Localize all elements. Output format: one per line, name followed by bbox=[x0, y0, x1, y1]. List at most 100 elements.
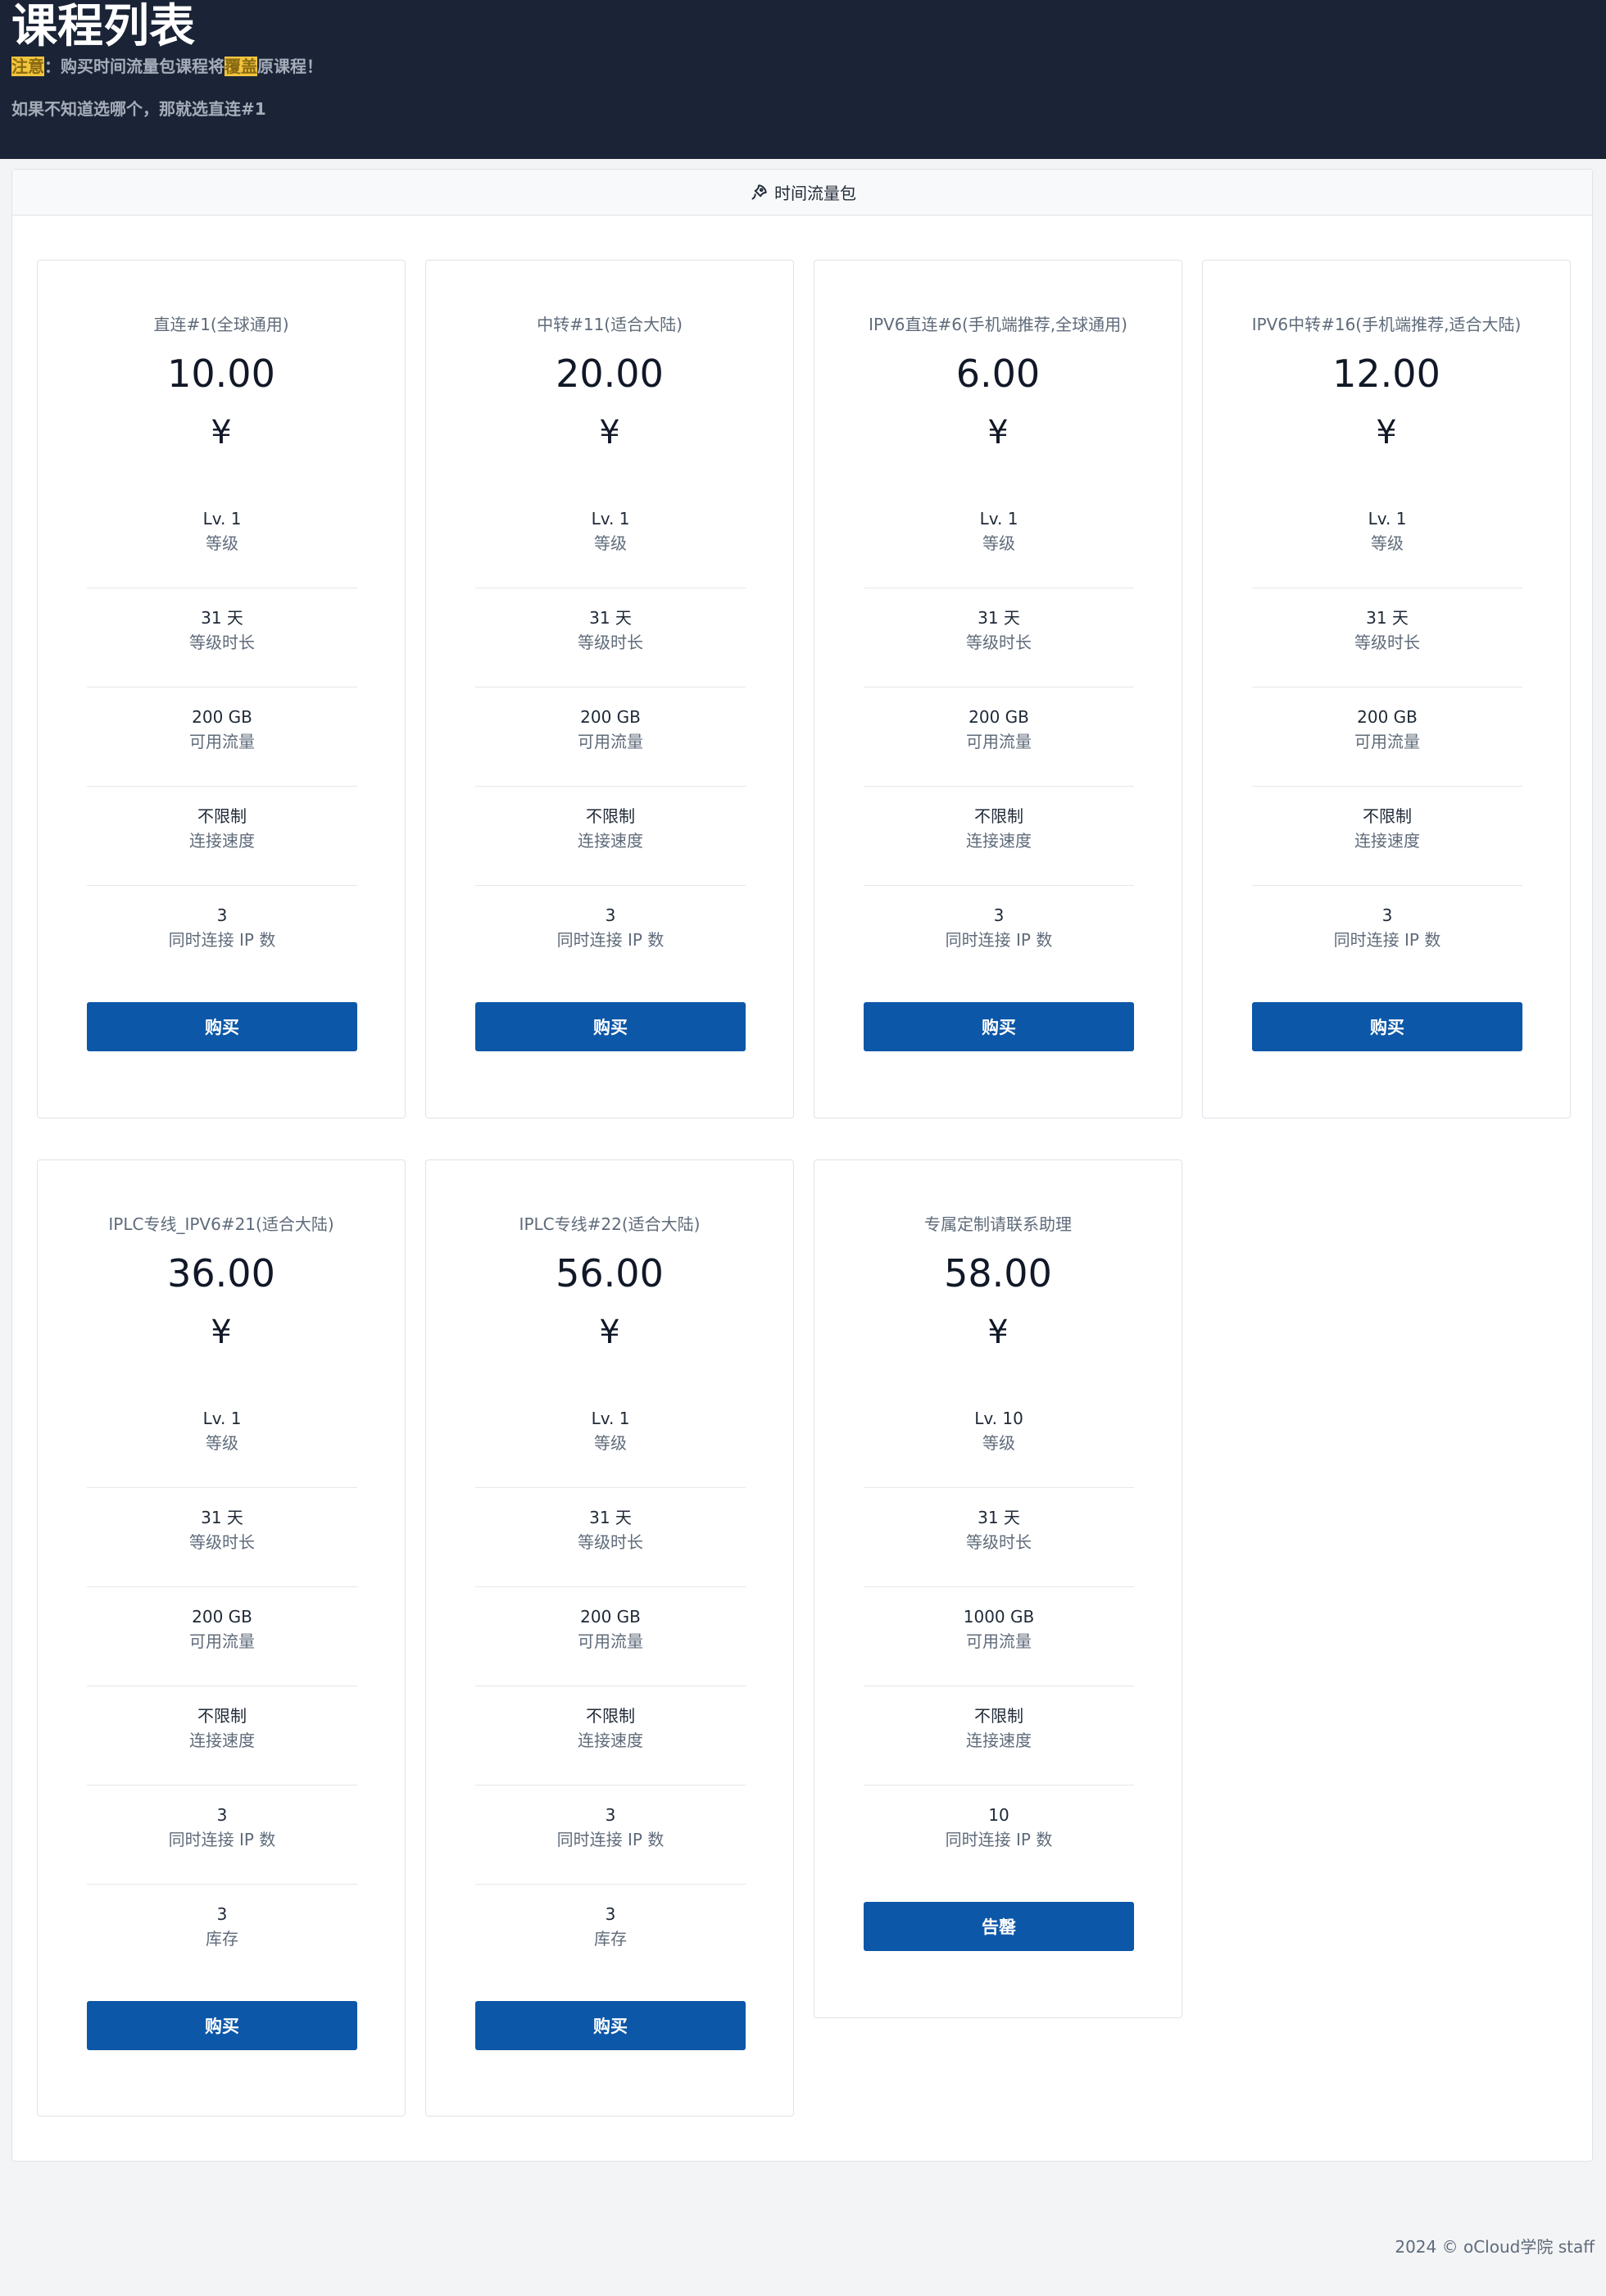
stat-value: Lv. 1 bbox=[591, 509, 630, 529]
plan-price: 58.00 bbox=[944, 1251, 1052, 1295]
stat-label: 连接速度 bbox=[1354, 831, 1420, 851]
notice-suffix: 原课程！ bbox=[257, 57, 323, 76]
stat-label: 可用流量 bbox=[966, 1631, 1032, 1651]
plan-stat-speed: 不限制 连接速度 bbox=[87, 1687, 357, 1786]
tab-time-traffic-package[interactable]: 时间流量包 bbox=[12, 170, 1592, 216]
stat-label: 等级 bbox=[594, 533, 627, 553]
stat-value: 200 GB bbox=[580, 1607, 641, 1627]
yuan-currency-symbol: ¥ bbox=[599, 1314, 620, 1351]
stat-label: 等级时长 bbox=[1354, 633, 1420, 652]
plan-stat-level: Lv. 1 等级 bbox=[1252, 490, 1522, 588]
stat-value: Lv. 1 bbox=[1368, 509, 1407, 529]
plan-price: 12.00 bbox=[1332, 352, 1440, 396]
plan-price: 20.00 bbox=[556, 352, 664, 396]
yuan-currency-symbol: ¥ bbox=[1376, 414, 1397, 451]
stat-value: Lv. 1 bbox=[202, 1409, 242, 1428]
stat-value: 200 GB bbox=[1357, 707, 1418, 727]
stat-label: 等级 bbox=[982, 533, 1015, 553]
plan-stat-duration: 31 天等级时长 bbox=[864, 589, 1134, 687]
stat-label: 可用流量 bbox=[1354, 732, 1420, 751]
plan-card: IPV6直连#6(手机端推荐,全球通用) 6.00 ¥ Lv. 1 等级 31 天等级时长… bbox=[814, 260, 1182, 1119]
plan-name: IPV6直连#6(手机端推荐,全球通用) bbox=[869, 315, 1127, 334]
stat-value: 31 天 bbox=[201, 1508, 243, 1527]
plan-stat-traffic: 1000 GB 可用流量 bbox=[864, 1588, 1134, 1686]
stat-value: 不限制 bbox=[974, 1706, 1023, 1726]
buy-button[interactable]: 购买 bbox=[475, 2001, 746, 2050]
stat-label: 连接速度 bbox=[578, 1731, 643, 1750]
page-title: 课程列表 bbox=[11, 0, 195, 53]
notice-text: 注意：购买时间流量包课程将覆盖原课程！ bbox=[11, 54, 323, 79]
footer-copyright: 2024 © oCloud学院 staff bbox=[1395, 2237, 1595, 2257]
buy-button[interactable]: 购买 bbox=[864, 1002, 1134, 1051]
plan-stat-stock: 3 库存 bbox=[475, 1885, 746, 1984]
plan-name: IPLC专线_IPV6#21(适合大陆) bbox=[108, 1214, 334, 1234]
stat-label: 等级 bbox=[206, 1433, 238, 1453]
stat-label: 同时连接 IP 数 bbox=[945, 1830, 1053, 1849]
stat-label: 同时连接 IP 数 bbox=[168, 930, 276, 950]
plan-card: 中转#11(适合大陆) 20.00 ¥ Lv. 1 等级 31 天等级时长 200 GB 可用… bbox=[425, 260, 794, 1119]
stat-value: 3 bbox=[993, 905, 1005, 925]
plan-stat-traffic: 200 GB 可用流量 bbox=[475, 1588, 746, 1686]
plan-card: 专属定制请联系助理 58.00 ¥ Lv. 10 等级 31 天等级时长 1000 GB 可用… bbox=[814, 1159, 1182, 2018]
buy-button[interactable]: 购买 bbox=[87, 1002, 357, 1051]
plan-name: 直连#1(全球通用) bbox=[153, 315, 289, 334]
plan-stat-duration: 31 天等级时长 bbox=[87, 589, 357, 687]
stat-label: 库存 bbox=[206, 1929, 238, 1949]
plan-card: 直连#1(全球通用) 10.00 ¥ Lv. 1 等级 31 天等级时长 200 GB 可用流… bbox=[37, 260, 406, 1119]
yuan-currency-symbol: ¥ bbox=[987, 414, 1009, 451]
stat-label: 同时连接 IP 数 bbox=[168, 1830, 276, 1849]
plan-name: IPV6中转#16(手机端推荐,适合大陆) bbox=[1251, 315, 1522, 334]
stat-value: 31 天 bbox=[589, 1508, 632, 1527]
plan-stat-level: Lv. 1 等级 bbox=[87, 490, 357, 588]
notice-mid: ：购买时间流量包课程将 bbox=[44, 57, 225, 76]
hint-text: 如果不知道选哪个，那就选直连#1 bbox=[11, 99, 266, 119]
yuan-currency-symbol: ¥ bbox=[211, 414, 232, 451]
plan-price: 6.00 bbox=[955, 352, 1041, 396]
plan-stat-duration: 31 天等级时长 bbox=[1252, 589, 1522, 687]
stat-value: 3 bbox=[1381, 905, 1393, 925]
stat-label: 同时连接 IP 数 bbox=[556, 930, 665, 950]
stat-label: 同时连接 IP 数 bbox=[556, 1830, 665, 1849]
stat-value: Lv. 1 bbox=[202, 509, 242, 529]
plan-panel: 时间流量包 直连#1(全球通用) 10.00 ¥ Lv. 1 等级 31 天等级时长 200… bbox=[11, 169, 1593, 2162]
buy-button[interactable]: 购买 bbox=[1252, 1002, 1522, 1051]
stat-label: 可用流量 bbox=[578, 732, 643, 751]
plan-name: 中转#11(适合大陆) bbox=[537, 315, 683, 334]
notice-prefix-highlight: 注意 bbox=[11, 57, 44, 76]
stat-value: 不限制 bbox=[197, 806, 247, 826]
plan-stat-duration: 31 天等级时长 bbox=[864, 1489, 1134, 1587]
stat-label: 等级时长 bbox=[189, 1532, 255, 1552]
plan-name: 专属定制请联系助理 bbox=[924, 1214, 1072, 1234]
stat-label: 等级 bbox=[1371, 533, 1404, 553]
plan-stat-ip-count: 3 同时连接 IP 数 bbox=[864, 887, 1134, 985]
plan-card: IPLC专线#22(适合大陆) 56.00 ¥ Lv. 1 等级 31 天等级时长 200 … bbox=[425, 1159, 794, 2117]
stat-value: 200 GB bbox=[969, 707, 1029, 727]
plan-price: 36.00 bbox=[167, 1251, 275, 1295]
buy-button[interactable]: 购买 bbox=[475, 1002, 746, 1051]
plan-card: IPLC专线_IPV6#21(适合大陆) 36.00 ¥ Lv. 1 等级 31 天等级时… bbox=[37, 1159, 406, 2117]
stat-label: 等级时长 bbox=[578, 1532, 643, 1552]
plan-stat-duration: 31 天等级时长 bbox=[475, 1489, 746, 1587]
plan-stat-traffic: 200 GB 可用流量 bbox=[1252, 688, 1522, 787]
plan-stat-ip-count: 3 同时连接 IP 数 bbox=[87, 1786, 357, 1885]
rocket-icon bbox=[748, 182, 769, 203]
stat-label: 可用流量 bbox=[189, 732, 255, 751]
buy-button[interactable]: 购买 bbox=[87, 2001, 357, 2050]
stat-label: 等级时长 bbox=[966, 1532, 1032, 1552]
stat-value: 200 GB bbox=[192, 1607, 252, 1627]
plan-stat-speed: 不限制 连接速度 bbox=[864, 1687, 1134, 1786]
sold-out-button[interactable]: 告罄 bbox=[864, 1902, 1134, 1951]
page-header: 课程列表 注意：购买时间流量包课程将覆盖原课程！ 如果不知道选哪个，那就选直连#… bbox=[0, 0, 1606, 159]
plan-stat-ip-count: 3 同时连接 IP 数 bbox=[475, 887, 746, 985]
stat-label: 连接速度 bbox=[189, 831, 255, 851]
plan-stat-traffic: 200 GB 可用流量 bbox=[87, 1588, 357, 1686]
stat-label: 等级时长 bbox=[189, 633, 255, 652]
stat-label: 连接速度 bbox=[966, 1731, 1032, 1750]
plan-stat-speed: 不限制 连接速度 bbox=[864, 787, 1134, 886]
stat-value: 31 天 bbox=[1366, 608, 1409, 628]
plan-stat-stock: 3 库存 bbox=[87, 1885, 357, 1984]
stat-value: 31 天 bbox=[589, 608, 632, 628]
plan-stat-level: Lv. 10 等级 bbox=[864, 1390, 1134, 1488]
plan-stat-speed: 不限制 连接速度 bbox=[475, 787, 746, 886]
plan-stat-level: Lv. 1 等级 bbox=[475, 490, 746, 588]
